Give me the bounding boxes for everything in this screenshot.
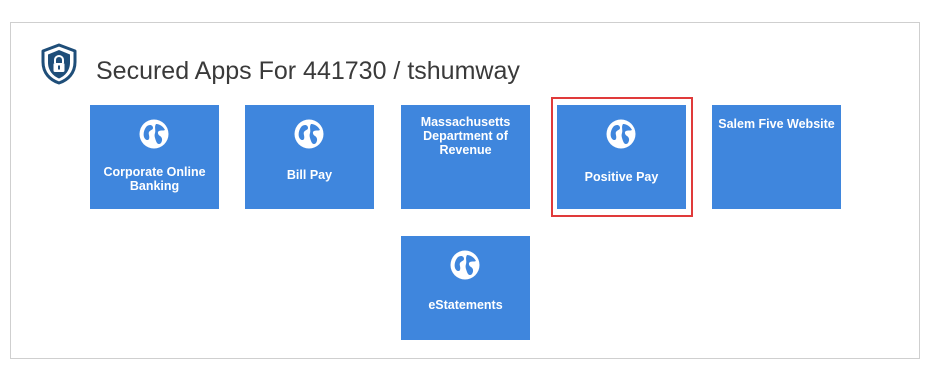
globe-icon [138, 118, 170, 150]
globe-icon [293, 118, 325, 150]
shield-lock-icon [40, 43, 78, 85]
app-tile-massachusetts-department-of-revenue[interactable]: Massachusetts Department of Revenue [401, 105, 530, 209]
app-tile-bill-pay[interactable]: Bill Pay [245, 105, 374, 209]
tile-label: Salem Five Website [718, 117, 835, 131]
page-title: Secured Apps For 441730 / tshumway [96, 57, 520, 85]
globe-icon [449, 249, 481, 281]
app-tile-positive-pay[interactable]: Positive Pay [557, 105, 686, 209]
tile-label: Corporate Online Banking [103, 165, 206, 193]
tile-label: eStatements [428, 298, 503, 312]
tile-label: Massachusetts Department of Revenue [420, 115, 511, 157]
app-tile-corporate-online-banking[interactable]: Corporate Online Banking [90, 105, 219, 209]
tile-label: Bill Pay [286, 168, 333, 182]
app-tile-salem-five-website[interactable]: Salem Five Website [712, 105, 841, 209]
tile-label: Positive Pay [584, 170, 659, 184]
app-tile-estatements[interactable]: eStatements [401, 236, 530, 340]
globe-icon [605, 118, 637, 150]
